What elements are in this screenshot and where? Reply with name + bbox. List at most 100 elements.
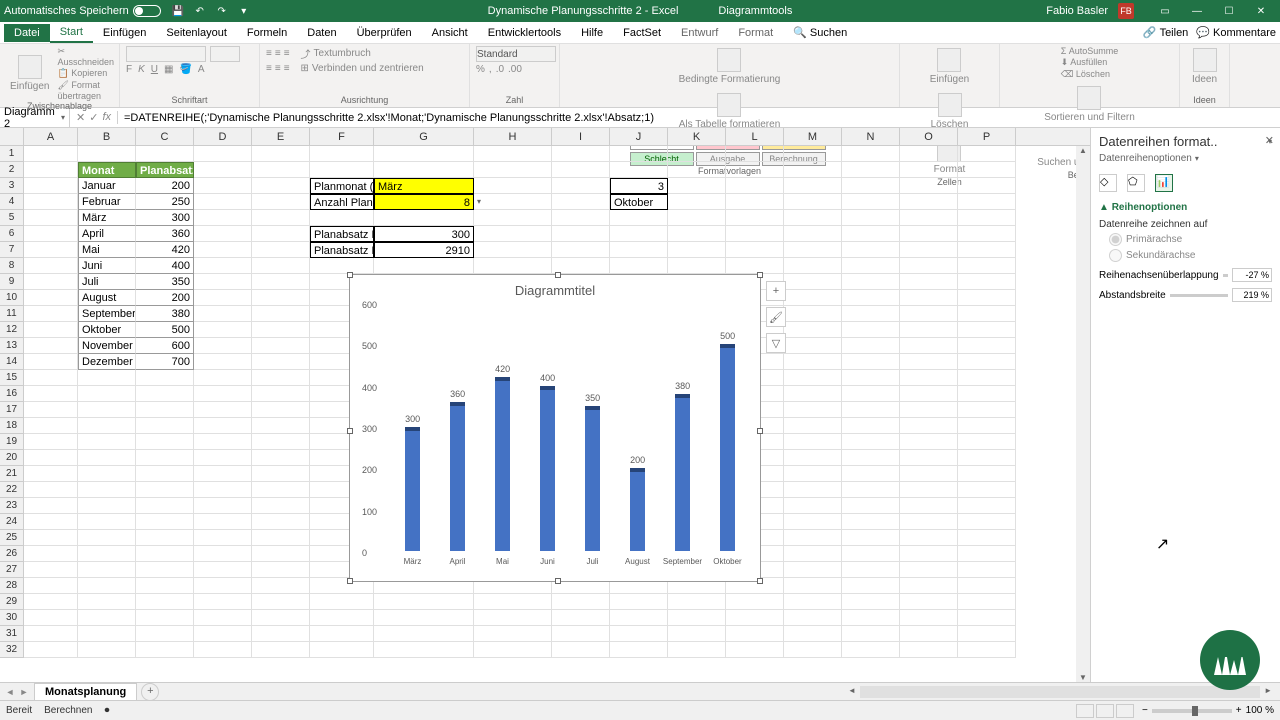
cell-C1[interactable]: [136, 146, 194, 162]
horizontal-scrollbar[interactable]: [860, 686, 1260, 698]
cell-B32[interactable]: [78, 642, 136, 658]
cell-K30[interactable]: [668, 610, 726, 626]
cell-K29[interactable]: [668, 594, 726, 610]
tab-design[interactable]: Entwurf: [671, 24, 728, 42]
cell-P7[interactable]: [958, 242, 1016, 258]
ribbon-display-icon[interactable]: ▭: [1150, 1, 1180, 21]
cell-O6[interactable]: [900, 226, 958, 242]
sheet-tab-monatsplanung[interactable]: Monatsplanung: [34, 683, 137, 700]
cell-N27[interactable]: [842, 562, 900, 578]
cell-O14[interactable]: [900, 354, 958, 370]
cell-B16[interactable]: [78, 386, 136, 402]
close-button[interactable]: ✕: [1246, 1, 1276, 21]
cell-E16[interactable]: [252, 386, 310, 402]
cell-P8[interactable]: [958, 258, 1016, 274]
cell-C29[interactable]: [136, 594, 194, 610]
page-layout-view-button[interactable]: [1096, 704, 1114, 718]
cell-C27[interactable]: [136, 562, 194, 578]
cell-H4[interactable]: ▾: [474, 194, 552, 210]
cell-A23[interactable]: [24, 498, 78, 514]
cell-O7[interactable]: [900, 242, 958, 258]
cell-O26[interactable]: [900, 546, 958, 562]
cell-G6[interactable]: 300: [374, 226, 474, 242]
cell-B23[interactable]: [78, 498, 136, 514]
cell-D31[interactable]: [194, 626, 252, 642]
cell-I3[interactable]: [552, 178, 610, 194]
cell-D7[interactable]: [194, 242, 252, 258]
cell-M7[interactable]: [784, 242, 842, 258]
cell-E24[interactable]: [252, 514, 310, 530]
cell-A5[interactable]: [24, 210, 78, 226]
cell-F7[interactable]: Planabsatz März - Oktober: [310, 242, 374, 258]
cell-J31[interactable]: [610, 626, 668, 642]
cell-O24[interactable]: [900, 514, 958, 530]
cell-D17[interactable]: [194, 402, 252, 418]
cell-P29[interactable]: [958, 594, 1016, 610]
cell-E25[interactable]: [252, 530, 310, 546]
cell-F8[interactable]: [310, 258, 374, 274]
cell-D18[interactable]: [194, 418, 252, 434]
autosum-button[interactable]: Σ AutoSumme: [1061, 46, 1119, 56]
cell-A3[interactable]: [24, 178, 78, 194]
cell-P17[interactable]: [958, 402, 1016, 418]
cell-P12[interactable]: [958, 322, 1016, 338]
cell-G29[interactable]: [374, 594, 474, 610]
row-header-27[interactable]: 27: [0, 562, 24, 578]
cell-H3[interactable]: [474, 178, 552, 194]
cell-H30[interactable]: [474, 610, 552, 626]
number-format-select[interactable]: [476, 46, 556, 62]
cell-H6[interactable]: [474, 226, 552, 242]
cell-A30[interactable]: [24, 610, 78, 626]
cell-D30[interactable]: [194, 610, 252, 626]
row-header-9[interactable]: 9: [0, 274, 24, 290]
tab-factset[interactable]: FactSet: [613, 24, 671, 42]
chart-bar-September[interactable]: [675, 394, 691, 551]
cell-L32[interactable]: [726, 642, 784, 658]
cell-L31[interactable]: [726, 626, 784, 642]
cell-A26[interactable]: [24, 546, 78, 562]
cell-E2[interactable]: [252, 162, 310, 178]
cell-N6[interactable]: [842, 226, 900, 242]
col-header-P[interactable]: P: [958, 128, 1016, 145]
cell-M32[interactable]: [784, 642, 842, 658]
row-header-1[interactable]: 1: [0, 146, 24, 162]
cell-B5[interactable]: März: [78, 210, 136, 226]
cell-H5[interactable]: [474, 210, 552, 226]
vertical-scrollbar[interactable]: [1076, 146, 1090, 682]
cell-A28[interactable]: [24, 578, 78, 594]
cell-M29[interactable]: [784, 594, 842, 610]
cell-L29[interactable]: [726, 594, 784, 610]
row-header-12[interactable]: 12: [0, 322, 24, 338]
row-header-24[interactable]: 24: [0, 514, 24, 530]
row-header-19[interactable]: 19: [0, 434, 24, 450]
cell-E8[interactable]: [252, 258, 310, 274]
cell-M24[interactable]: [784, 514, 842, 530]
cell-M22[interactable]: [784, 482, 842, 498]
row-header-5[interactable]: 5: [0, 210, 24, 226]
cell-N7[interactable]: [842, 242, 900, 258]
cell-B26[interactable]: [78, 546, 136, 562]
cell-O31[interactable]: [900, 626, 958, 642]
cell-E28[interactable]: [252, 578, 310, 594]
row-header-8[interactable]: 8: [0, 258, 24, 274]
cell-N9[interactable]: [842, 274, 900, 290]
cell-E6[interactable]: [252, 226, 310, 242]
cell-N14[interactable]: [842, 354, 900, 370]
cell-E31[interactable]: [252, 626, 310, 642]
cell-A31[interactable]: [24, 626, 78, 642]
zoom-in-button[interactable]: +: [1236, 705, 1242, 716]
cell-N20[interactable]: [842, 450, 900, 466]
minimize-button[interactable]: —: [1182, 1, 1212, 21]
cell-D9[interactable]: [194, 274, 252, 290]
row-header-13[interactable]: 13: [0, 338, 24, 354]
cell-P22[interactable]: [958, 482, 1016, 498]
cell-H8[interactable]: [474, 258, 552, 274]
cell-O9[interactable]: [900, 274, 958, 290]
cell-A18[interactable]: [24, 418, 78, 434]
cell-D5[interactable]: [194, 210, 252, 226]
cell-P2[interactable]: [958, 162, 1016, 178]
cell-O20[interactable]: [900, 450, 958, 466]
zoom-slider[interactable]: [1152, 709, 1232, 713]
cell-C30[interactable]: [136, 610, 194, 626]
col-header-G[interactable]: G: [374, 128, 474, 145]
